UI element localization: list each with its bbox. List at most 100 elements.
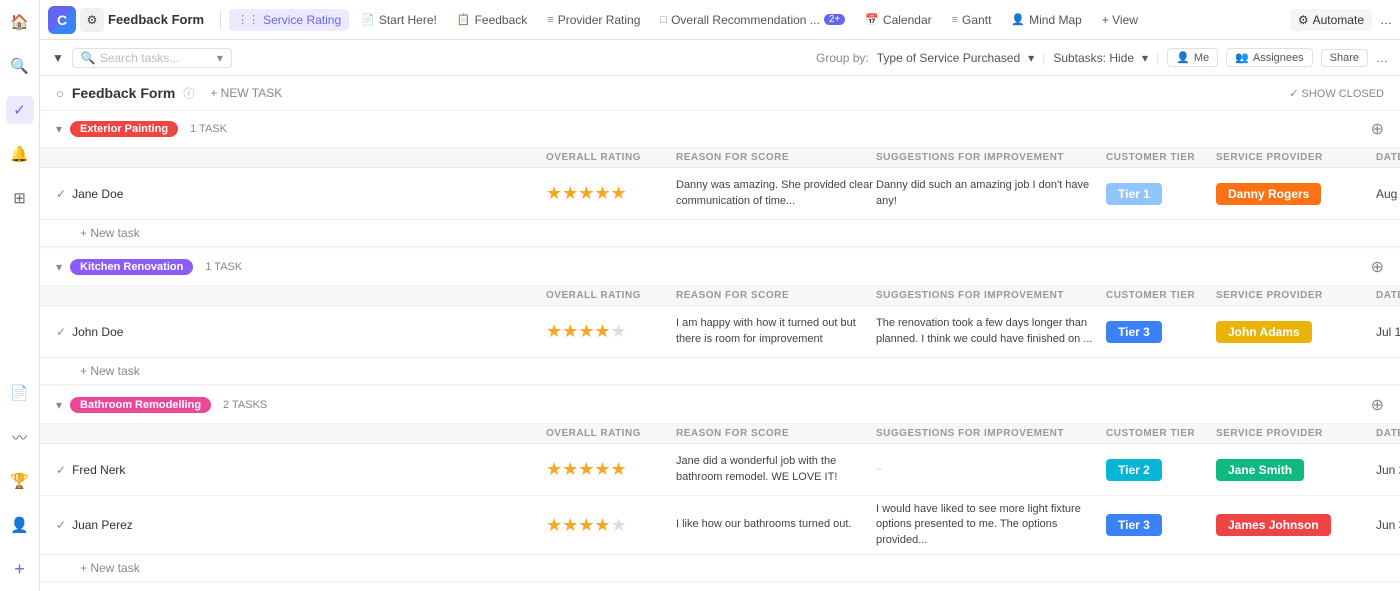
col-headers-kitchen-renovation: OVERALL RATING REASON FOR SCORE SUGGESTI… — [40, 286, 1400, 306]
app-logo: C — [48, 6, 76, 34]
col-overall-rating-kr: OVERALL RATING — [546, 290, 676, 301]
section-badge-kitchen-renovation[interactable]: Kitchen Renovation — [70, 259, 193, 275]
show-closed-button[interactable]: ✓ SHOW CLOSED — [1289, 87, 1384, 100]
sidebar-icon-home[interactable]: 🏠 — [6, 8, 34, 36]
toolbar: ▼ 🔍 Search tasks... ▾ Group by: Type of … — [40, 40, 1400, 76]
tab-overall-recommendation[interactable]: □ Overall Recommendation ... 2+ — [652, 9, 853, 31]
sidebar-icon-trophy[interactable]: 🏆 — [6, 467, 34, 495]
sidebar-icon-apps[interactable]: ⊞ — [6, 184, 34, 212]
tab-start-here[interactable]: 📄 Start Here! — [353, 9, 445, 31]
subtasks-button[interactable]: Subtasks: Hide — [1053, 51, 1134, 65]
automate-button[interactable]: ⚙ Automate — [1290, 9, 1372, 31]
tab-label-calendar: Calendar — [883, 13, 932, 27]
tab-label-service-rating: Service Rating — [263, 13, 341, 27]
task-date-fred-nerk: Jun 20 — [1376, 463, 1400, 477]
section-badge-bathroom-remodelling[interactable]: Bathroom Remodelling — [70, 397, 211, 413]
nav-more-icon[interactable]: … — [1380, 13, 1392, 27]
table-row: ✓ Jane Doe ★★★★★ Danny was amazing. She … — [40, 168, 1400, 220]
col-suggestions-kr: SUGGESTIONS FOR IMPROVEMENT — [876, 290, 1106, 301]
task-name-cell-jane-doe: ✓ Jane Doe — [56, 187, 546, 201]
sidebar-icon-notifications[interactable]: 🔔 — [6, 140, 34, 168]
form-collapse-icon[interactable]: ○ — [56, 86, 64, 101]
task-stars-fred-nerk: ★★★★★ — [546, 459, 676, 480]
task-tier-juan-perez: Tier 3 — [1106, 514, 1216, 536]
section-toggle-exterior-painting[interactable]: ▾ — [56, 122, 62, 136]
task-name-cell-juan-perez: ✓ Juan Perez — [56, 518, 546, 532]
search-placeholder: Search tasks... — [100, 51, 179, 65]
task-check-fred-nerk[interactable]: ✓ — [56, 463, 66, 477]
share-button[interactable]: Share — [1321, 49, 1368, 67]
sidebar-icon-search[interactable]: 🔍 — [6, 52, 34, 80]
automate-label: Automate — [1313, 13, 1364, 27]
col-date: DATE OF PURCHASE — [1376, 152, 1400, 163]
task-suggestion-juan-perez: I would have liked to see more light fix… — [876, 502, 1106, 548]
section-badge-exterior-painting[interactable]: Exterior Painting — [70, 121, 178, 137]
tab-service-rating[interactable]: ⋮⋮ Service Rating — [229, 9, 349, 31]
toolbar-more-icon[interactable]: … — [1376, 51, 1388, 65]
tab-label-mind-map: Mind Map — [1029, 13, 1082, 27]
nav-gear-icon[interactable]: ⚙ — [80, 8, 104, 32]
tab-calendar[interactable]: 📅 Calendar — [857, 9, 939, 31]
tab-icon-provider-rating: ≡ — [547, 14, 553, 26]
tab-provider-rating[interactable]: ≡ Provider Rating — [539, 9, 648, 31]
col-headers-bathroom-remodelling: OVERALL RATING REASON FOR SCORE SUGGESTI… — [40, 424, 1400, 444]
task-check-jane-doe[interactable]: ✓ — [56, 187, 66, 201]
form-info-icon: ⓘ — [183, 85, 194, 101]
section-toggle-bathroom-remodelling[interactable]: ▾ — [56, 398, 62, 412]
add-task-kitchen-renovation[interactable]: + New task — [40, 358, 1400, 385]
nav-title: Feedback Form — [108, 12, 204, 27]
me-button[interactable]: 👤 Me — [1167, 48, 1218, 67]
assignees-button[interactable]: 👥 Assignees — [1226, 48, 1312, 67]
task-name-john-doe[interactable]: John Doe — [72, 325, 123, 339]
add-view-button[interactable]: + View — [1094, 9, 1146, 31]
section-toggle-kitchen-renovation[interactable]: ▾ — [56, 260, 62, 274]
sidebar-icon-documents[interactable]: 📄 — [6, 379, 34, 407]
table-row: ✓ John Doe ★★★★★ I am happy with how it … — [40, 306, 1400, 358]
task-provider-juan-perez: James Johnson — [1216, 514, 1376, 536]
task-date-john-doe: Jul 14 — [1376, 325, 1400, 339]
col-reason: REASON FOR SCORE — [676, 152, 876, 163]
new-task-button[interactable]: + NEW TASK — [202, 84, 290, 102]
tab-feedback[interactable]: 📋 Feedback — [449, 9, 535, 31]
sidebar-icon-waves[interactable]: 〰 — [6, 423, 34, 451]
tab-mind-map[interactable]: 👤 Mind Map — [1003, 9, 1089, 31]
task-tier-jane-doe: Tier 1 — [1106, 183, 1216, 205]
section-header-exterior-painting: ▾ Exterior Painting 1 TASK ⊕ — [40, 111, 1400, 148]
task-tier-fred-nerk: Tier 2 — [1106, 459, 1216, 481]
sidebar-icon-add-user[interactable]: 👤 — [6, 511, 34, 539]
left-sidebar: 🏠 🔍 ✓ 🔔 ⊞ 📄 〰 🏆 👤 + — [0, 0, 40, 591]
task-name-juan-perez[interactable]: Juan Perez — [72, 518, 133, 532]
task-stars-juan-perez: ★★★★★ — [546, 515, 676, 536]
search-input[interactable]: 🔍 Search tasks... ▾ — [72, 48, 232, 68]
sidebar-icon-tasks[interactable]: ✓ — [6, 96, 34, 124]
task-tier-john-doe: Tier 3 — [1106, 321, 1216, 343]
nav-right: ⚙ Automate … — [1290, 9, 1392, 31]
sidebar-icon-plus[interactable]: + — [6, 555, 34, 583]
col-reason-kr: REASON FOR SCORE — [676, 290, 876, 301]
filter-button[interactable]: ▼ — [52, 51, 64, 65]
add-task-bathroom-remodelling[interactable]: + New task — [40, 555, 1400, 582]
task-name-jane-doe[interactable]: Jane Doe — [72, 187, 123, 201]
tab-label-overall-rec: Overall Recommendation ... — [671, 13, 820, 27]
section-add-bathroom-remodelling[interactable]: ⊕ — [1371, 395, 1384, 415]
main-content: ○ Feedback Form ⓘ + NEW TASK ✓ SHOW CLOS… — [40, 76, 1400, 591]
search-icon: 🔍 — [81, 51, 96, 65]
task-check-juan-perez[interactable]: ✓ — [56, 518, 66, 532]
task-name-fred-nerk[interactable]: Fred Nerk — [72, 463, 125, 477]
tab-gantt[interactable]: ≡ Gantt — [944, 9, 1000, 31]
col-customer-tier: CUSTOMER TIER — [1106, 152, 1216, 163]
section-task-count-exterior-painting: 1 TASK — [190, 123, 227, 135]
col-overall-rating-br: OVERALL RATING — [546, 428, 676, 439]
tab-icon-mind-map: 👤 — [1011, 13, 1025, 26]
section-bathroom-remodelling: ▾ Bathroom Remodelling 2 TASKS ⊕ OVERALL… — [40, 387, 1400, 582]
task-provider-jane-doe: Danny Rogers — [1216, 183, 1376, 205]
group-by-value[interactable]: Type of Service Purchased — [877, 51, 1020, 65]
automate-icon: ⚙ — [1298, 13, 1309, 27]
add-task-exterior-painting[interactable]: + New task — [40, 220, 1400, 247]
section-header-bathroom-remodelling: ▾ Bathroom Remodelling 2 TASKS ⊕ — [40, 387, 1400, 424]
section-patio-construction: ▾ Patio Construction 1 TASK ⊕ OVERALL RA… — [40, 584, 1400, 591]
section-add-exterior-painting[interactable]: ⊕ — [1371, 119, 1384, 139]
section-add-kitchen-renovation[interactable]: ⊕ — [1371, 257, 1384, 277]
task-name-cell-fred-nerk: ✓ Fred Nerk — [56, 463, 546, 477]
task-check-john-doe[interactable]: ✓ — [56, 325, 66, 339]
